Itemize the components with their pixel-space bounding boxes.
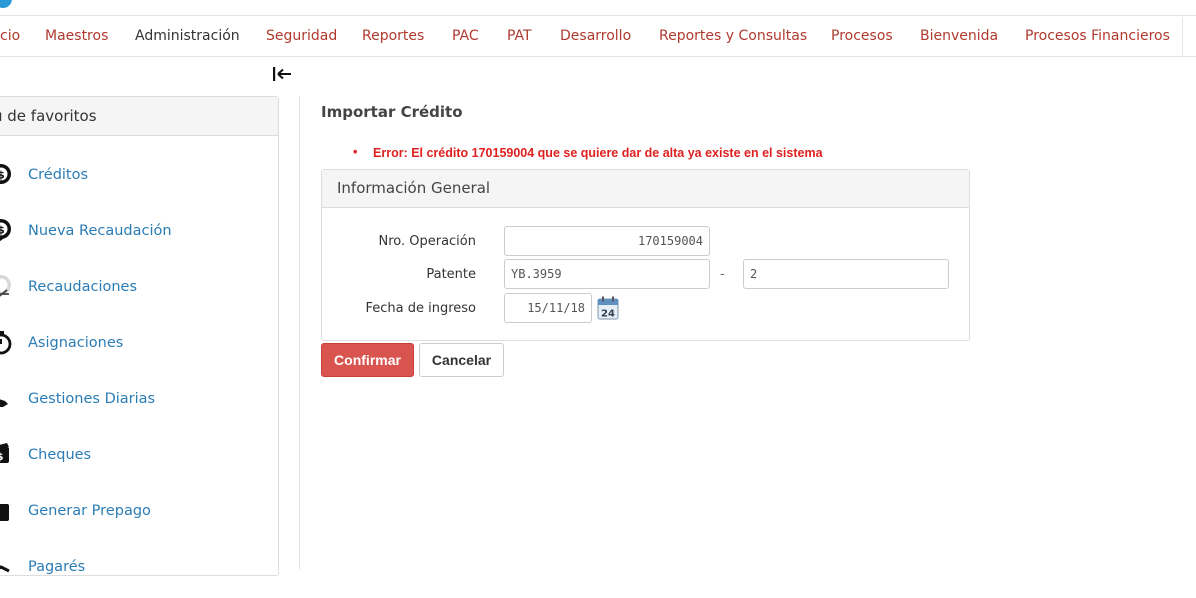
cheque-icon: $ — [0, 443, 9, 463]
sidebar-item-recaudaciones[interactable]: Recaudaciones — [0, 262, 278, 318]
content-divider — [299, 96, 300, 569]
page-title: Importar Crédito — [321, 103, 463, 121]
nav-item-pat[interactable]: PAT — [507, 28, 532, 44]
patente-dv-field[interactable]: 2 — [743, 259, 949, 289]
sidebar-item-label: Recaudaciones — [28, 279, 138, 295]
dollar-coin-icon: $ — [0, 164, 11, 184]
sidebar-item-pagares[interactable]: Pagarés — [0, 542, 278, 598]
sidebar-item-gestiones-diarias[interactable]: Gestiones Diarias — [0, 374, 278, 430]
panel-title: Información General — [322, 170, 969, 208]
sidebar-item-asignaciones[interactable]: Asignaciones — [0, 318, 278, 374]
sidebar-item-label: Generar Prepago — [28, 503, 151, 519]
operacion-field[interactable]: 170159004 — [504, 226, 710, 256]
error-bullet-icon: • — [353, 145, 358, 159]
nav-item-procesos-financieros[interactable]: Procesos Financieros — [1025, 28, 1170, 44]
dollar-edit-icon: $ — [0, 219, 11, 242]
sidebar-header: ú de favoritos — [0, 97, 278, 136]
svg-text:$: $ — [0, 224, 5, 237]
nav-item-maestros[interactable]: Maestros — [45, 28, 108, 44]
sidebar-item-label: Asignaciones — [28, 335, 124, 351]
main-navbar: cio Maestros Administración Seguridad Re… — [0, 17, 1196, 57]
nav-item-reportes[interactable]: Reportes — [362, 28, 424, 44]
top-strip — [0, 0, 1196, 16]
patente-label: Patente — [426, 267, 476, 282]
nav-item-desarrollo[interactable]: Desarrollo — [560, 28, 631, 44]
stopwatch-icon — [0, 331, 12, 355]
calendar-icon[interactable]: 24 — [597, 296, 619, 320]
nav-item-procesos[interactable]: Procesos — [831, 28, 893, 44]
sidebar-item-label: Gestiones Diarias — [28, 391, 156, 407]
sidebar-item-label: Créditos — [28, 167, 89, 183]
fecha-field[interactable]: 15/11/18 — [504, 293, 592, 323]
svg-text:$: $ — [0, 510, 1, 521]
error-message: Error: El crédito 170159004 que se quier… — [373, 146, 823, 160]
svg-text:$: $ — [0, 452, 4, 463]
patente-separator: - — [720, 267, 725, 282]
favorites-sidebar: ú de favoritos $ Créditos $ Nueva Recaud… — [0, 96, 279, 576]
general-info-panel: Información General Nro. Operación 17015… — [321, 169, 970, 341]
sidebar-item-label: Pagarés — [28, 559, 86, 575]
nav-item-inicio[interactable]: cio — [0, 28, 20, 44]
collapse-left-icon[interactable] — [272, 64, 294, 84]
sidebar-title: ú de favoritos — [0, 107, 97, 125]
nav-item-seguridad[interactable]: Seguridad — [266, 28, 337, 44]
logo-icon — [0, 0, 12, 8]
svg-text:24: 24 — [601, 309, 615, 320]
operacion-label: Nro. Operación — [378, 234, 476, 249]
nav-item-reportes-consultas[interactable]: Reportes y Consultas — [659, 28, 807, 44]
handshake-icon — [0, 399, 8, 407]
sidebar-item-generar-prepago[interactable]: $ Generar Prepago — [0, 486, 278, 542]
sidebar-item-nueva-recaudacion[interactable]: $ Nueva Recaudación — [0, 206, 278, 262]
patente-field[interactable]: YB.3959 — [504, 259, 710, 289]
svg-text:$: $ — [0, 169, 5, 182]
sidebar-item-label: Nueva Recaudación — [28, 223, 172, 239]
nav-item-administracion[interactable]: Administración — [135, 28, 240, 44]
cancel-button[interactable]: Cancelar — [419, 343, 504, 377]
confirm-button[interactable]: Confirmar — [321, 343, 414, 377]
sidebar-item-creditos[interactable]: $ Créditos — [0, 150, 278, 206]
document-icon — [0, 565, 10, 573]
nav-item-pac[interactable]: PAC — [452, 28, 479, 44]
sidebar-item-cheques[interactable]: $ Cheques — [0, 430, 278, 486]
wallet-icon: $ — [0, 504, 9, 521]
nav-item-bienvenida[interactable]: Bienvenida — [920, 28, 998, 44]
sidebar-item-label: Cheques — [28, 447, 92, 463]
fecha-label: Fecha de ingreso — [365, 301, 476, 316]
navbar-divider — [1182, 17, 1196, 57]
dollar-list-icon — [0, 275, 11, 297]
